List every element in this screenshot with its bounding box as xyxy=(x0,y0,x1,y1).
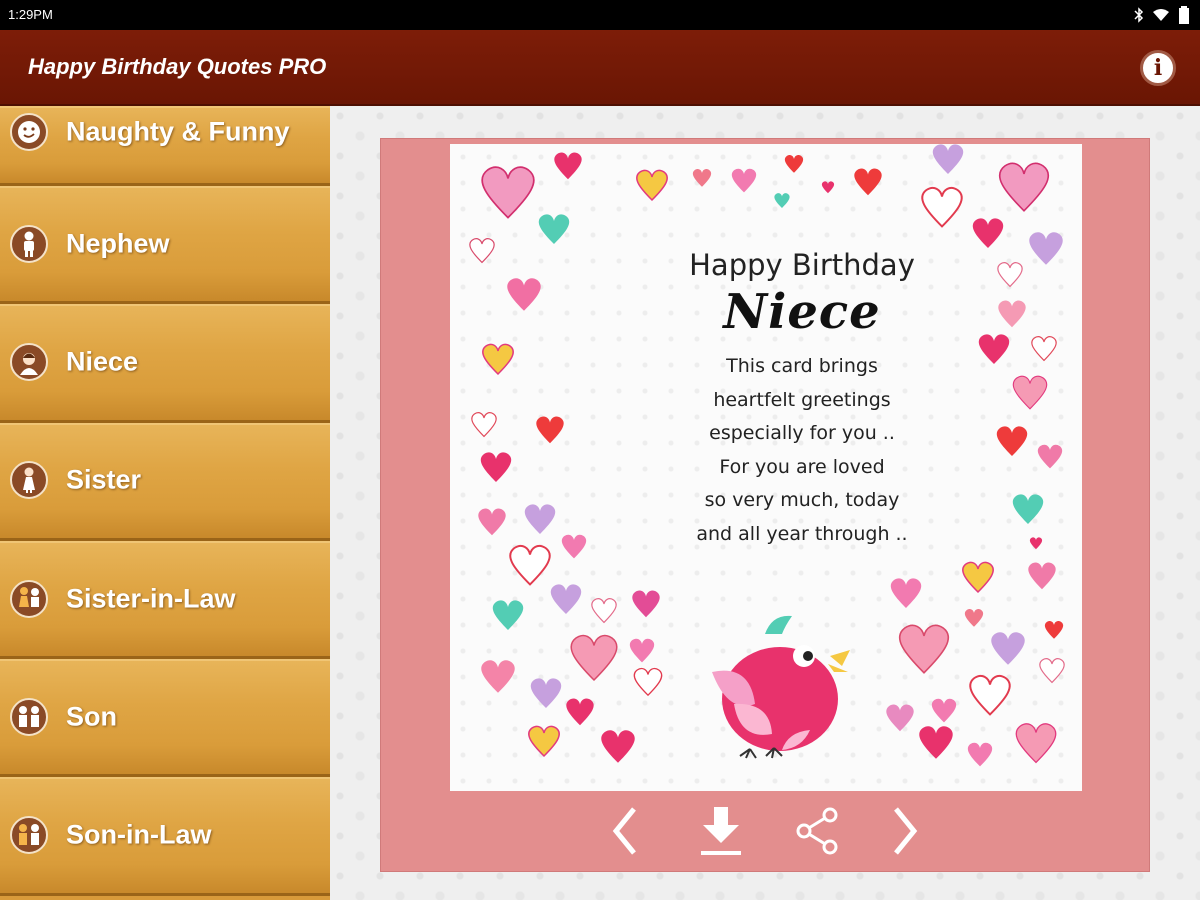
sidebar-item-label: Niece xyxy=(66,346,139,377)
category-sidebar: Naughty & Funny Nephew Niece Sister Sist… xyxy=(0,106,330,900)
sidebar-item-sister[interactable]: Sister xyxy=(0,422,330,541)
info-icon: i xyxy=(1153,55,1163,81)
sidebar-item-naughty-funny[interactable]: Naughty & Funny xyxy=(0,106,330,186)
battery-icon xyxy=(1179,6,1189,24)
app-bar: Happy Birthday Quotes PRO i xyxy=(0,30,1200,106)
next-button[interactable] xyxy=(875,801,935,861)
sidebar-item-label: Naughty & Funny xyxy=(66,116,290,147)
card-recipient: Niece xyxy=(723,284,881,340)
wifi-icon xyxy=(1153,9,1169,21)
sidebar-item-label: Sister xyxy=(66,464,142,495)
previous-button[interactable] xyxy=(595,801,655,861)
download-button[interactable] xyxy=(691,801,751,861)
girl-icon xyxy=(10,342,48,381)
share-icon xyxy=(796,807,838,855)
sidebar-item-label: Son-in-Law xyxy=(66,819,212,850)
app-title: Happy Birthday Quotes PRO xyxy=(28,54,327,79)
chevron-left-icon xyxy=(612,807,636,855)
status-bar: 1:29PM xyxy=(0,0,1200,30)
card-viewer: Happy Birthday Niece This card brings he… xyxy=(330,106,1200,900)
sidebar-item-label: Nephew xyxy=(66,228,170,259)
sidebar-item-niece[interactable]: Niece xyxy=(0,304,330,423)
card-message-line: For you are loved xyxy=(719,455,885,478)
chevron-right-icon xyxy=(894,807,918,855)
boy-icon xyxy=(10,224,48,263)
sidebar-item-son[interactable]: Son xyxy=(0,659,330,778)
download-icon xyxy=(701,807,741,855)
sidebar-item-nephew[interactable]: Nephew xyxy=(0,186,330,305)
card-message-line: so very much, today xyxy=(704,489,900,512)
card-controls xyxy=(381,793,1149,871)
sidebar-item-label: Son xyxy=(66,701,117,732)
card-message-line: and all year through .. xyxy=(696,522,908,545)
card-title: Happy Birthday xyxy=(689,248,915,282)
card-message: This card brings heartfelt greetings esp… xyxy=(486,350,1082,552)
sidebar-item-son-in-law[interactable]: Son-in-Law xyxy=(0,777,330,896)
card-message-line: especially for you .. xyxy=(709,422,895,445)
son-in-law-icon xyxy=(10,816,48,855)
card-message-line: heartfelt greetings xyxy=(713,388,891,411)
sidebar-item-label: Sister-in-Law xyxy=(66,583,236,614)
share-button[interactable] xyxy=(787,801,847,861)
card-message-line: This card brings xyxy=(726,355,878,377)
status-icons xyxy=(1134,6,1190,24)
card-frame: Happy Birthday Niece This card brings he… xyxy=(380,138,1150,872)
sidebar-item-sister-in-law[interactable]: Sister-in-Law xyxy=(0,540,330,660)
bluetooth-icon xyxy=(1134,7,1144,23)
smiley-icon xyxy=(10,113,48,151)
bird-illustration xyxy=(712,615,850,759)
greeting-card: Happy Birthday Niece This card brings he… xyxy=(450,144,1082,791)
info-button[interactable]: i xyxy=(1140,50,1176,86)
sister-in-law-icon xyxy=(10,579,48,618)
sister-icon xyxy=(10,461,48,500)
son-icon xyxy=(10,697,48,736)
status-time: 1:29PM xyxy=(8,7,53,22)
